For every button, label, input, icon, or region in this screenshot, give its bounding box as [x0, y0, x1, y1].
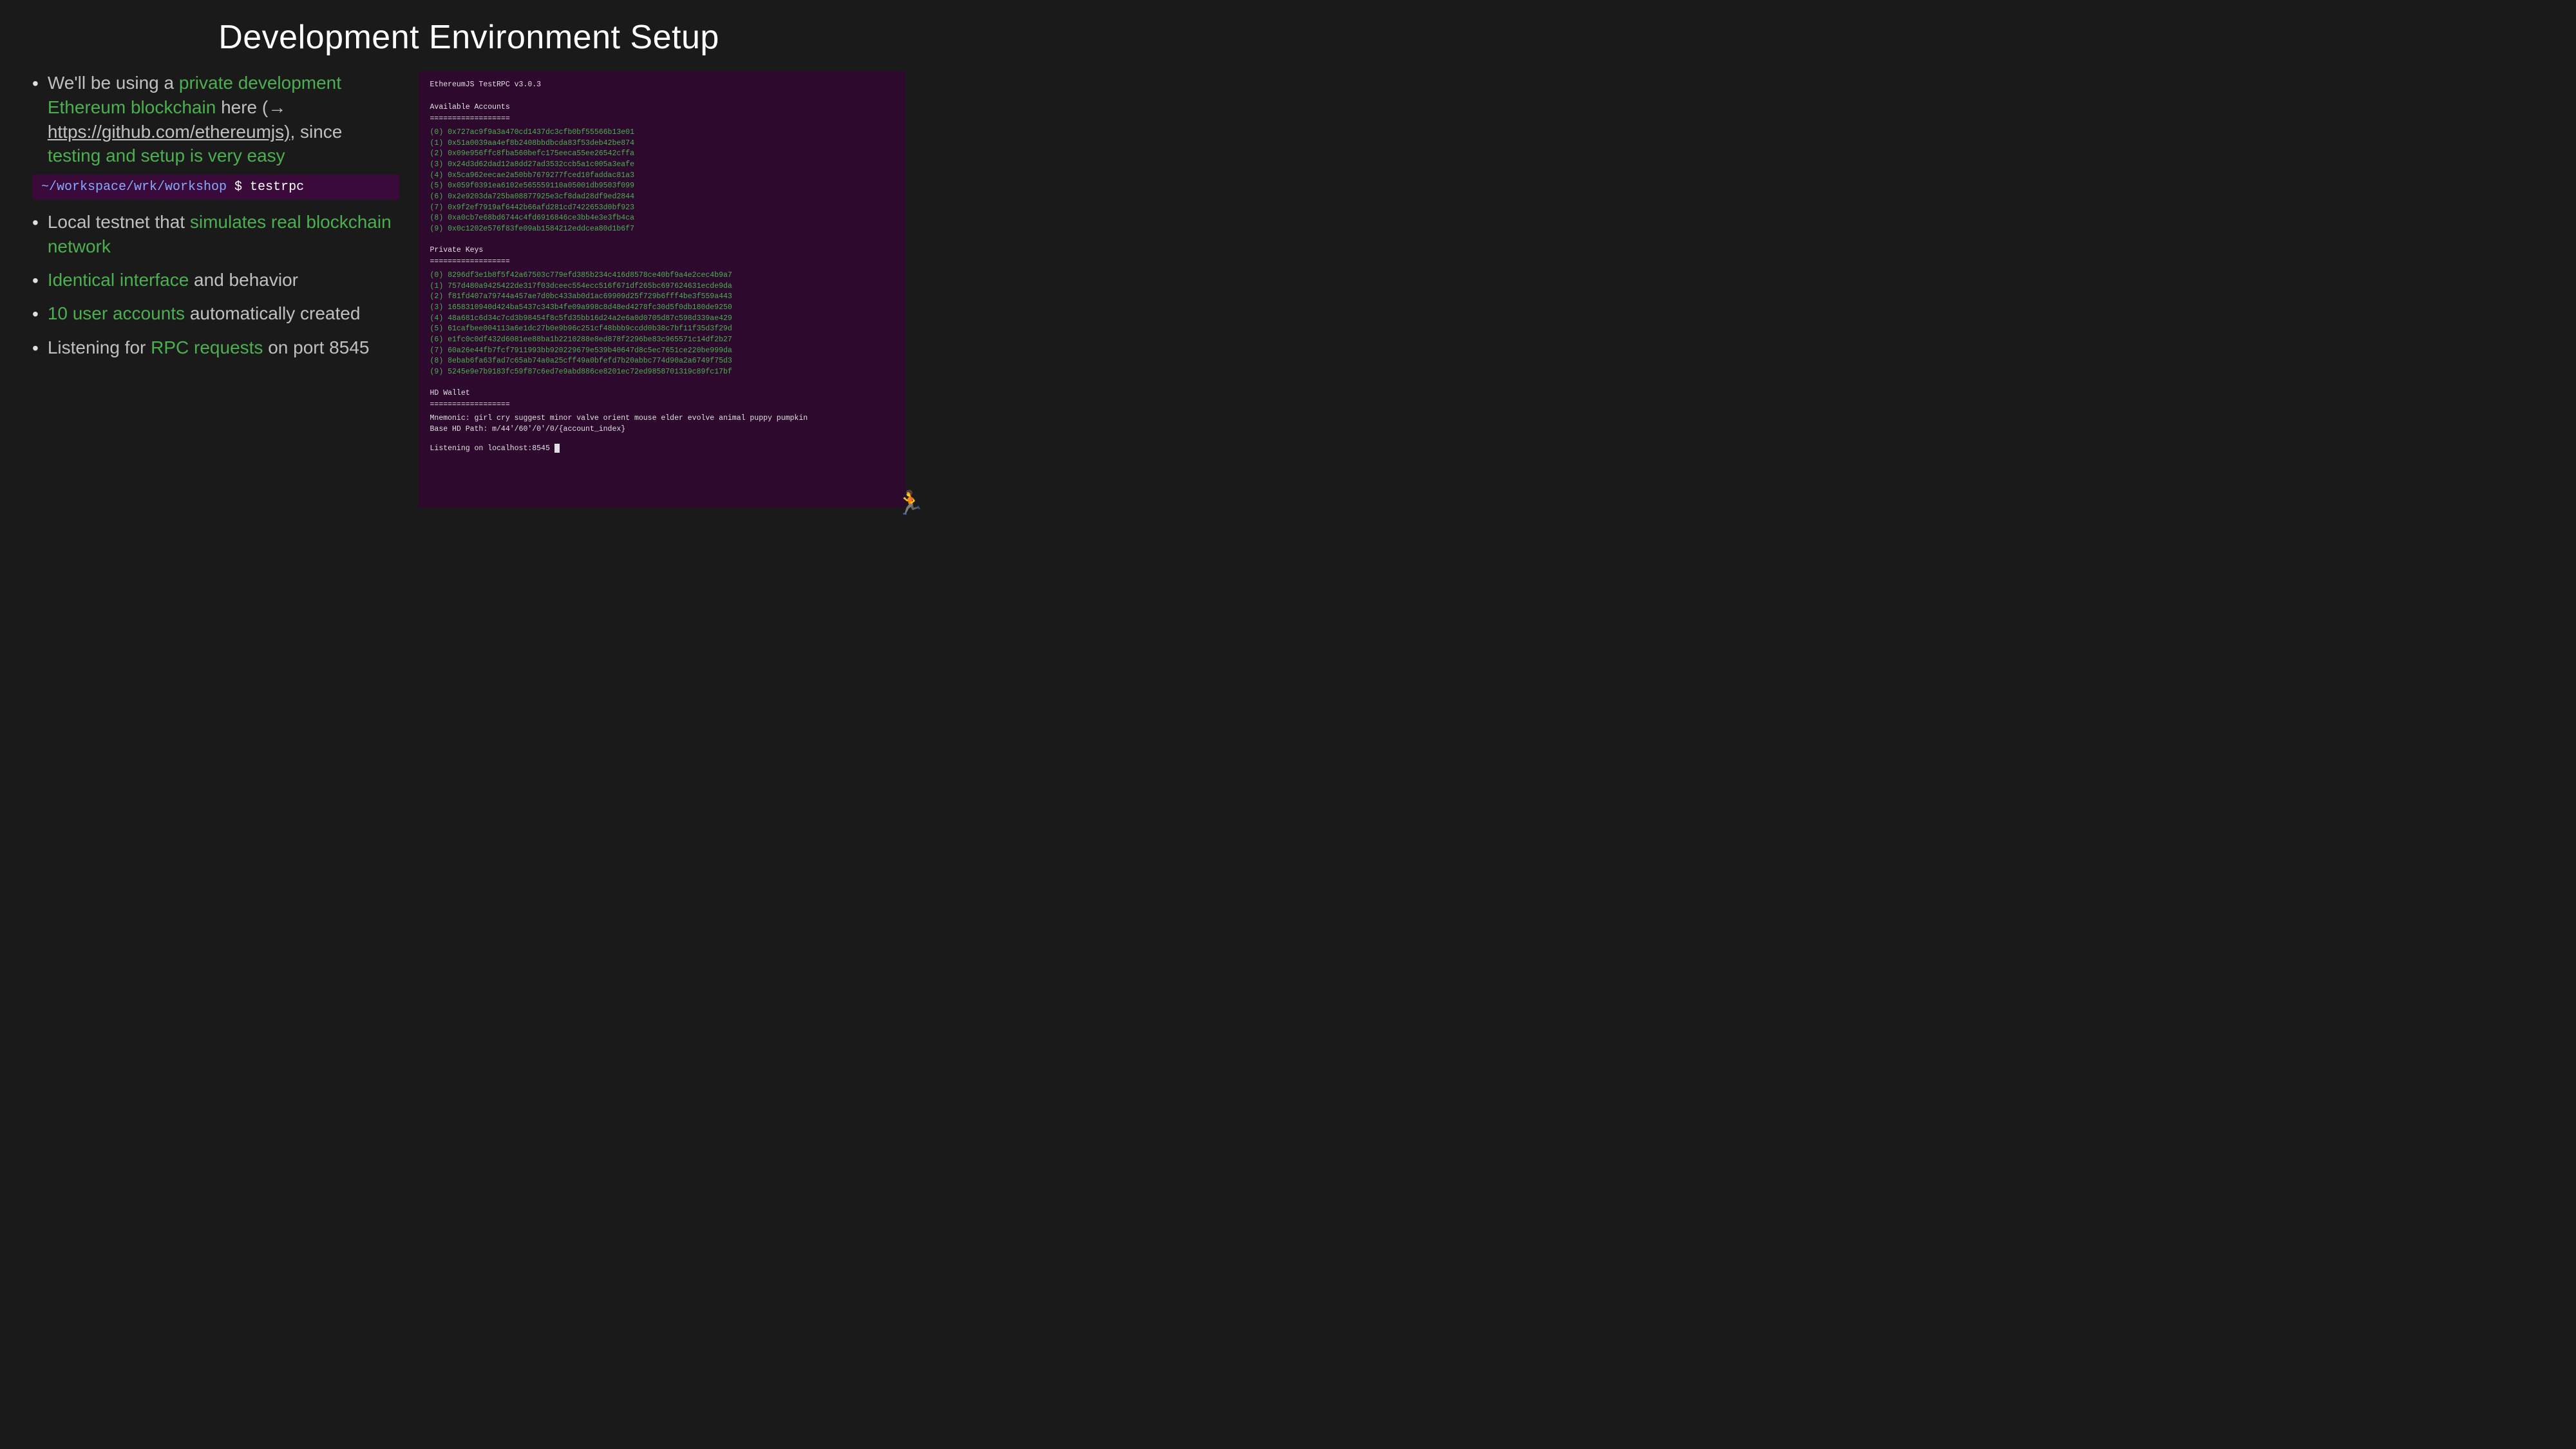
- account-9: (9) 0x0c1202e576f83fe09ab1584212eddcea80…: [430, 224, 894, 235]
- highlight-rpc: RPC requests: [151, 337, 263, 357]
- account-2: (2) 0x09e956ffc8fba560befc175eeca55ee265…: [430, 149, 894, 160]
- key-9: (9) 5245e9e7b9183fc59f87c6ed7e9abd886ce8…: [430, 367, 894, 378]
- listen-text: Listening on localhost:8545: [430, 444, 550, 453]
- key-6: (6) e1fc0c0df432d6081ee88ba1b2210288e8ed…: [430, 335, 894, 346]
- rpc-header: EthereumJS TestRPC v3.0.3: [430, 80, 894, 91]
- bullet-text-1: We'll be using a private development Eth…: [48, 71, 399, 168]
- bullet-item-3: • Identical interface and behavior: [32, 268, 399, 292]
- highlight-testing: testing and setup is very easy: [48, 146, 285, 166]
- divider3: ==================: [430, 400, 894, 411]
- bullet-text-2: Local testnet that simulates real blockc…: [48, 210, 399, 259]
- bullet-dot-5: •: [32, 337, 39, 360]
- bullet-text-4: 10 user accounts automatically created: [48, 301, 361, 326]
- key-1: (1) 757d480a9425422de317f03dceec554ecc51…: [430, 281, 894, 292]
- terminal-command-box: ~/workspace/wrk/workshop $ testrpc: [32, 175, 399, 200]
- accounts-label: Available Accounts: [430, 102, 894, 113]
- key-4: (4) 48a681c6d34c7cd3b98454f8c5fd35bb16d2…: [430, 314, 894, 325]
- divider2: ==================: [430, 257, 894, 268]
- rpc-terminal-output: EthereumJS TestRPC v3.0.3 Available Acco…: [419, 71, 905, 507]
- key-0: (0) 8296df3e1b8f5f42a67503c779efd385b234…: [430, 270, 894, 281]
- bullet-dot-2: •: [32, 211, 39, 234]
- highlight-identical-interface: Identical interface: [48, 270, 189, 290]
- left-panel: • We'll be using a private development E…: [32, 71, 399, 507]
- bullet-text-5: Listening for RPC requests on port 8545: [48, 336, 370, 360]
- highlight-private-blockchain: private development Ethereum blockchain: [48, 73, 341, 117]
- account-8: (8) 0xa0cb7e68bd6744c4fd6916846ce3bb4e3e…: [430, 213, 894, 224]
- bullet-item-2: • Local testnet that simulates real bloc…: [32, 210, 399, 259]
- slide-title: Development Environment Setup: [32, 18, 905, 57]
- account-0: (0) 0x727ac9f9a3a470cd1437dc3cfb0bf55566…: [430, 128, 894, 138]
- logo-area: 🏃: [896, 489, 925, 516]
- mnemonic-value: girl cry suggest minor valve orient mous…: [475, 414, 808, 422]
- account-7: (7) 0x9f2ef7919af6442b66afd281cd7422653d…: [430, 203, 894, 214]
- key-2: (2) f81fd407a79744a457ae7d0bc433ab0d1ac6…: [430, 292, 894, 303]
- terminal-prompt: ~/workspace/wrk/workshop: [41, 180, 227, 194]
- key-5: (5) 61cafbee004113a6e1dc27b0e9b96c251cf4…: [430, 324, 894, 335]
- bullet-item-1: • We'll be using a private development E…: [32, 71, 399, 168]
- mnemonic-line: Mnemonic: girl cry suggest minor valve o…: [430, 413, 894, 424]
- key-7: (7) 60a26e44fb7fcf7911993bb920229679e539…: [430, 346, 894, 357]
- highlight-10-accounts: 10 user accounts: [48, 303, 185, 323]
- logo-icon: 🏃: [896, 489, 925, 516]
- key-8: (8) 8ebab6fa63fad7c65ab74a0a25cff49a0bfe…: [430, 356, 894, 367]
- highlight-simulates: simulates real blockchain network: [48, 212, 392, 256]
- mnemonic-label: Mnemonic:: [430, 414, 475, 422]
- bullet-item-5: • Listening for RPC requests on port 854…: [32, 336, 399, 360]
- bullet-dot-4: •: [32, 303, 39, 326]
- bullet-text-3: Identical interface and behavior: [48, 268, 298, 292]
- listen-line: Listening on localhost:8545: [430, 444, 894, 455]
- key-3: (3) 1658310940d424ba5437c343b4fe09a998c8…: [430, 303, 894, 314]
- bullet-dot-3: •: [32, 269, 39, 292]
- account-4: (4) 0x5ca962eecae2a50bb7679277fced10fadd…: [430, 171, 894, 182]
- divider1: ==================: [430, 114, 894, 125]
- hd-path-line: Base HD Path: m/44'/60'/0'/0/{account_in…: [430, 424, 894, 435]
- bullet-dot-1: •: [32, 72, 39, 95]
- slide: Development Environment Setup • We'll be…: [0, 0, 938, 526]
- terminal-cmd: $ testrpc: [227, 180, 304, 194]
- account-3: (3) 0x24d3d62dad12a8dd27ad3532ccb5a1c005…: [430, 160, 894, 171]
- account-6: (6) 0x2e9203da725ba08877925e3cf8dad28df9…: [430, 192, 894, 203]
- private-keys-label: Private Keys: [430, 245, 894, 256]
- account-5: (5) 0x059f0391ea6102e565559110a05001db95…: [430, 181, 894, 192]
- content-area: • We'll be using a private development E…: [32, 71, 905, 507]
- account-1: (1) 0x51a0039aa4ef8b2408bbdbcda83f53deb4…: [430, 138, 894, 149]
- bullet-item-4: • 10 user accounts automatically created: [32, 301, 399, 326]
- hd-wallet-label: HD Wallet: [430, 388, 894, 399]
- cursor-icon: [554, 444, 560, 453]
- link-ethereumjs[interactable]: https://github.com/ethereumjs): [48, 122, 290, 142]
